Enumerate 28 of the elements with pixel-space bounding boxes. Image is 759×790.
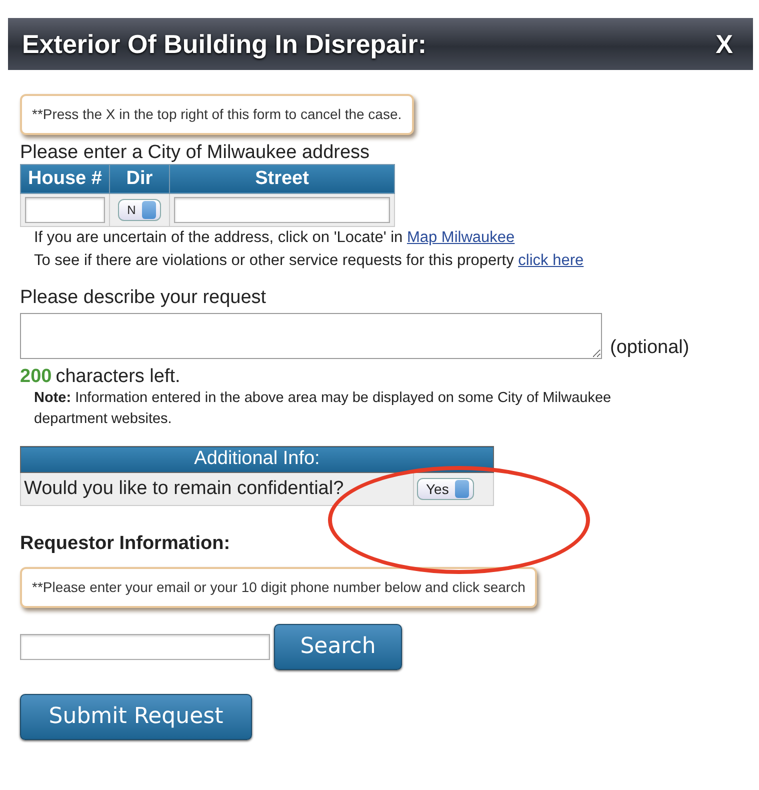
request-label: Please describe your request [20, 288, 268, 310]
contact-field[interactable] [20, 634, 270, 660]
character-count: 200 [20, 367, 52, 388]
question-text: Would you like to remain confidential? [20, 472, 414, 506]
column-header: House # [20, 164, 110, 194]
address-label: Please enter a City of Milwaukee address [20, 143, 371, 164]
street-field[interactable] [174, 197, 390, 224]
help-link[interactable]: click here [518, 252, 584, 269]
search-button[interactable]: Search [274, 624, 402, 670]
section-heading: Requestor Information: [20, 532, 232, 556]
window-title: Exterior Of Building In Disrepair: [22, 28, 426, 60]
column-header: Street [170, 164, 394, 194]
request-field[interactable] [20, 313, 602, 360]
column-header: Dir [110, 164, 170, 194]
optional-label: (optional) [610, 338, 690, 360]
requestor-note: **Please enter your email or your 10 digit phone number below and click search [20, 566, 538, 608]
note-text: Note: Information entered in the above area may be displayed on some City of Milwaukee department websites. [33, 389, 612, 430]
help-text: If you are uncertain of the address, click on 'Locate' in [34, 229, 404, 246]
help-text: To see if there are violations or other service requests for this property [34, 252, 515, 269]
submit-button[interactable]: Submit Request [20, 694, 252, 740]
cancel-note: **Press the X in the top right of this form to cancel the case. [20, 94, 414, 135]
help-link[interactable]: Map Milwaukee [406, 229, 515, 246]
confidential-select[interactable]: Yes [417, 478, 474, 500]
count-label: characters left. [56, 367, 180, 388]
direction-select[interactable]: N [118, 199, 161, 222]
close-button[interactable]: X [716, 24, 733, 64]
table-header: Additional Info: [20, 446, 494, 472]
house-number-field[interactable] [25, 197, 105, 224]
